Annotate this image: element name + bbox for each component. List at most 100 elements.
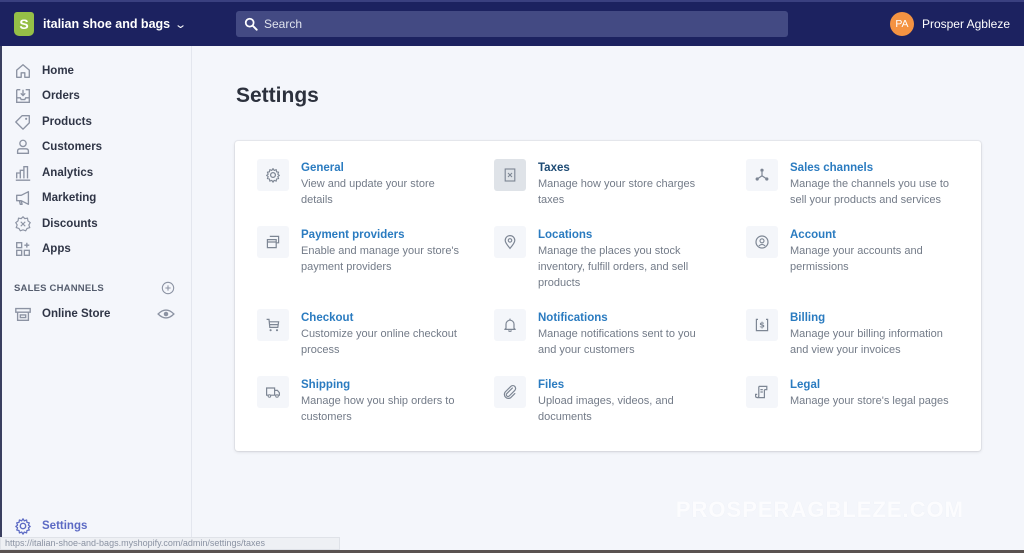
watermark: PROSPERAGBLEZE.COM	[675, 497, 964, 522]
page-title: Settings	[236, 84, 319, 107]
home-icon	[16, 63, 30, 78]
settings-item-title: Notifications	[538, 312, 608, 324]
apps-icon	[16, 242, 30, 257]
sidebar-item-home[interactable]: Home	[2, 58, 191, 84]
truck-icon	[266, 387, 280, 398]
settings-item-title: Account	[790, 229, 836, 241]
settings-item-sales-channels[interactable]: Sales channels Manage the channels you us…	[746, 159, 986, 226]
payment-icon	[266, 235, 280, 249]
account-icon	[755, 235, 769, 249]
taxes-icon	[504, 168, 516, 182]
settings-item-description: Manage notifications sent to you and you…	[538, 328, 696, 356]
sidebar-item-orders[interactable]: Orders	[2, 84, 191, 110]
sidebar-item-marketing[interactable]: Marketing	[2, 186, 191, 212]
sidebar-item-discounts[interactable]: Discounts	[2, 211, 191, 237]
search-icon	[244, 17, 258, 31]
settings-item-legal[interactable]: Legal Manage your store's legal pages	[746, 376, 986, 436]
gear-icon	[266, 168, 280, 183]
sidebar-item-label: Home	[42, 64, 74, 77]
settings-item-title: Sales channels	[790, 162, 874, 174]
sidebar-item-apps[interactable]: Apps	[2, 237, 191, 263]
sidebar: Home Orders Products Customers Analytics…	[0, 46, 192, 553]
settings-item-title: Payment providers	[301, 229, 405, 241]
svg-text:$: $	[759, 320, 765, 329]
cart-icon	[266, 318, 280, 332]
settings-item-files[interactable]: Files Upload images, videos, and document…	[494, 376, 746, 436]
settings-item-payment-providers[interactable]: Payment providers Enable and manage your …	[257, 226, 494, 309]
orders-icon	[16, 89, 30, 104]
user-menu[interactable]: PA Prosper Agbleze	[889, 12, 1010, 36]
tag-icon	[15, 114, 30, 130]
status-bar-url: https://italian-shoe-and-bags.myshopify.…	[0, 537, 340, 550]
settings-item-description: Manage the places you stock inventory, f…	[538, 245, 689, 289]
sidebar-item-label: Settings	[42, 520, 88, 533]
settings-item-description: Upload images, videos, and documents	[538, 395, 674, 423]
sales-channels-header: SALES CHANNELS	[2, 279, 191, 297]
settings-item-title: Shipping	[301, 379, 351, 391]
discount-icon	[15, 215, 31, 232]
sidebar-item-analytics[interactable]: Analytics	[2, 160, 191, 186]
bar-chart-icon	[15, 165, 31, 181]
store-name: italian shoe and bags	[43, 17, 171, 31]
settings-item-description: Manage your accounts and permissions	[790, 245, 923, 273]
sidebar-item-label: Orders	[42, 90, 80, 103]
settings-item-title: Checkout	[301, 312, 354, 324]
store-icon	[15, 307, 31, 321]
shopify-logo-icon: S	[14, 12, 34, 36]
search-bar[interactable]	[236, 11, 788, 37]
settings-item-description: Manage your store's legal pages	[790, 395, 949, 407]
sidebar-item-label: Online Store	[42, 307, 111, 320]
sidebar-item-settings[interactable]: Settings	[2, 514, 87, 540]
settings-item-title: Billing	[790, 312, 826, 324]
sidebar-item-label: Products	[42, 115, 92, 128]
settings-item-notifications[interactable]: Notifications Manage notifications sent t…	[494, 309, 746, 376]
sales-channels-label: SALES CHANNELS	[14, 282, 104, 294]
main-content: Settings General View and update your sto…	[193, 46, 1024, 553]
settings-item-title: Files	[538, 379, 565, 391]
settings-item-billing[interactable]: $ Billing Manage your billing information…	[746, 309, 986, 376]
store-switcher[interactable]: S italian shoe and bags ⌄	[0, 2, 236, 46]
settings-item-description: Manage how your store charges taxes	[538, 178, 696, 206]
sidebar-item-online-store[interactable]: Online Store	[2, 301, 191, 327]
sales-channels-icon	[755, 168, 769, 181]
add-sales-channel-icon[interactable]	[161, 281, 175, 295]
settings-item-shipping[interactable]: Shipping Manage how you ship orders to cu…	[257, 376, 494, 436]
settings-item-title: Taxes	[538, 162, 570, 174]
settings-item-description: Manage how you ship orders to customers	[301, 395, 455, 423]
legal-icon	[755, 385, 768, 399]
chevron-down-icon: ⌄	[174, 18, 188, 31]
user-name: Prosper Agbleze	[921, 17, 1010, 31]
location-pin-icon	[504, 235, 516, 250]
settings-item-description: Enable and manage your store's payment p…	[301, 245, 460, 273]
settings-item-checkout[interactable]: Checkout Customize your online checkout p…	[257, 309, 494, 376]
eye-icon[interactable]	[157, 305, 175, 323]
settings-card: General View and update your store detail…	[235, 141, 981, 451]
sidebar-item-label: Discounts	[42, 217, 98, 230]
sidebar-item-label: Marketing	[42, 192, 97, 205]
settings-item-title: Locations	[538, 229, 593, 241]
settings-item-locations[interactable]: Locations Manage the places you stock inv…	[494, 226, 746, 309]
settings-item-title: General	[301, 162, 344, 174]
settings-item-taxes[interactable]: Taxes Manage how your store charges taxes	[494, 159, 746, 226]
top-bar: S italian shoe and bags ⌄ PA Prosper Agb…	[0, 0, 1024, 46]
settings-item-description: Customize your online checkout process	[301, 328, 457, 356]
paperclip-icon	[503, 384, 517, 399]
settings-item-description: Manage the channels you use to sell your…	[790, 178, 950, 206]
sidebar-item-label: Analytics	[42, 166, 94, 179]
gear-icon	[15, 518, 31, 535]
billing-icon: $	[755, 318, 769, 332]
avatar: PA	[889, 12, 914, 36]
settings-item-general[interactable]: General View and update your store detail…	[257, 159, 494, 226]
settings-item-description: View and update your store details	[301, 178, 435, 206]
sidebar-item-label: Customers	[42, 141, 103, 154]
settings-item-title: Legal	[790, 379, 821, 391]
person-icon	[16, 139, 30, 155]
settings-item-account[interactable]: Account Manage your accounts and permissi…	[746, 226, 986, 309]
search-input[interactable]	[264, 17, 764, 31]
megaphone-icon	[16, 191, 30, 206]
sidebar-item-customers[interactable]: Customers	[2, 135, 191, 161]
bell-icon	[504, 318, 516, 332]
sidebar-item-label: Apps	[42, 243, 71, 256]
settings-item-description: Manage your billing information and view…	[790, 328, 943, 356]
sidebar-item-products[interactable]: Products	[2, 109, 191, 135]
